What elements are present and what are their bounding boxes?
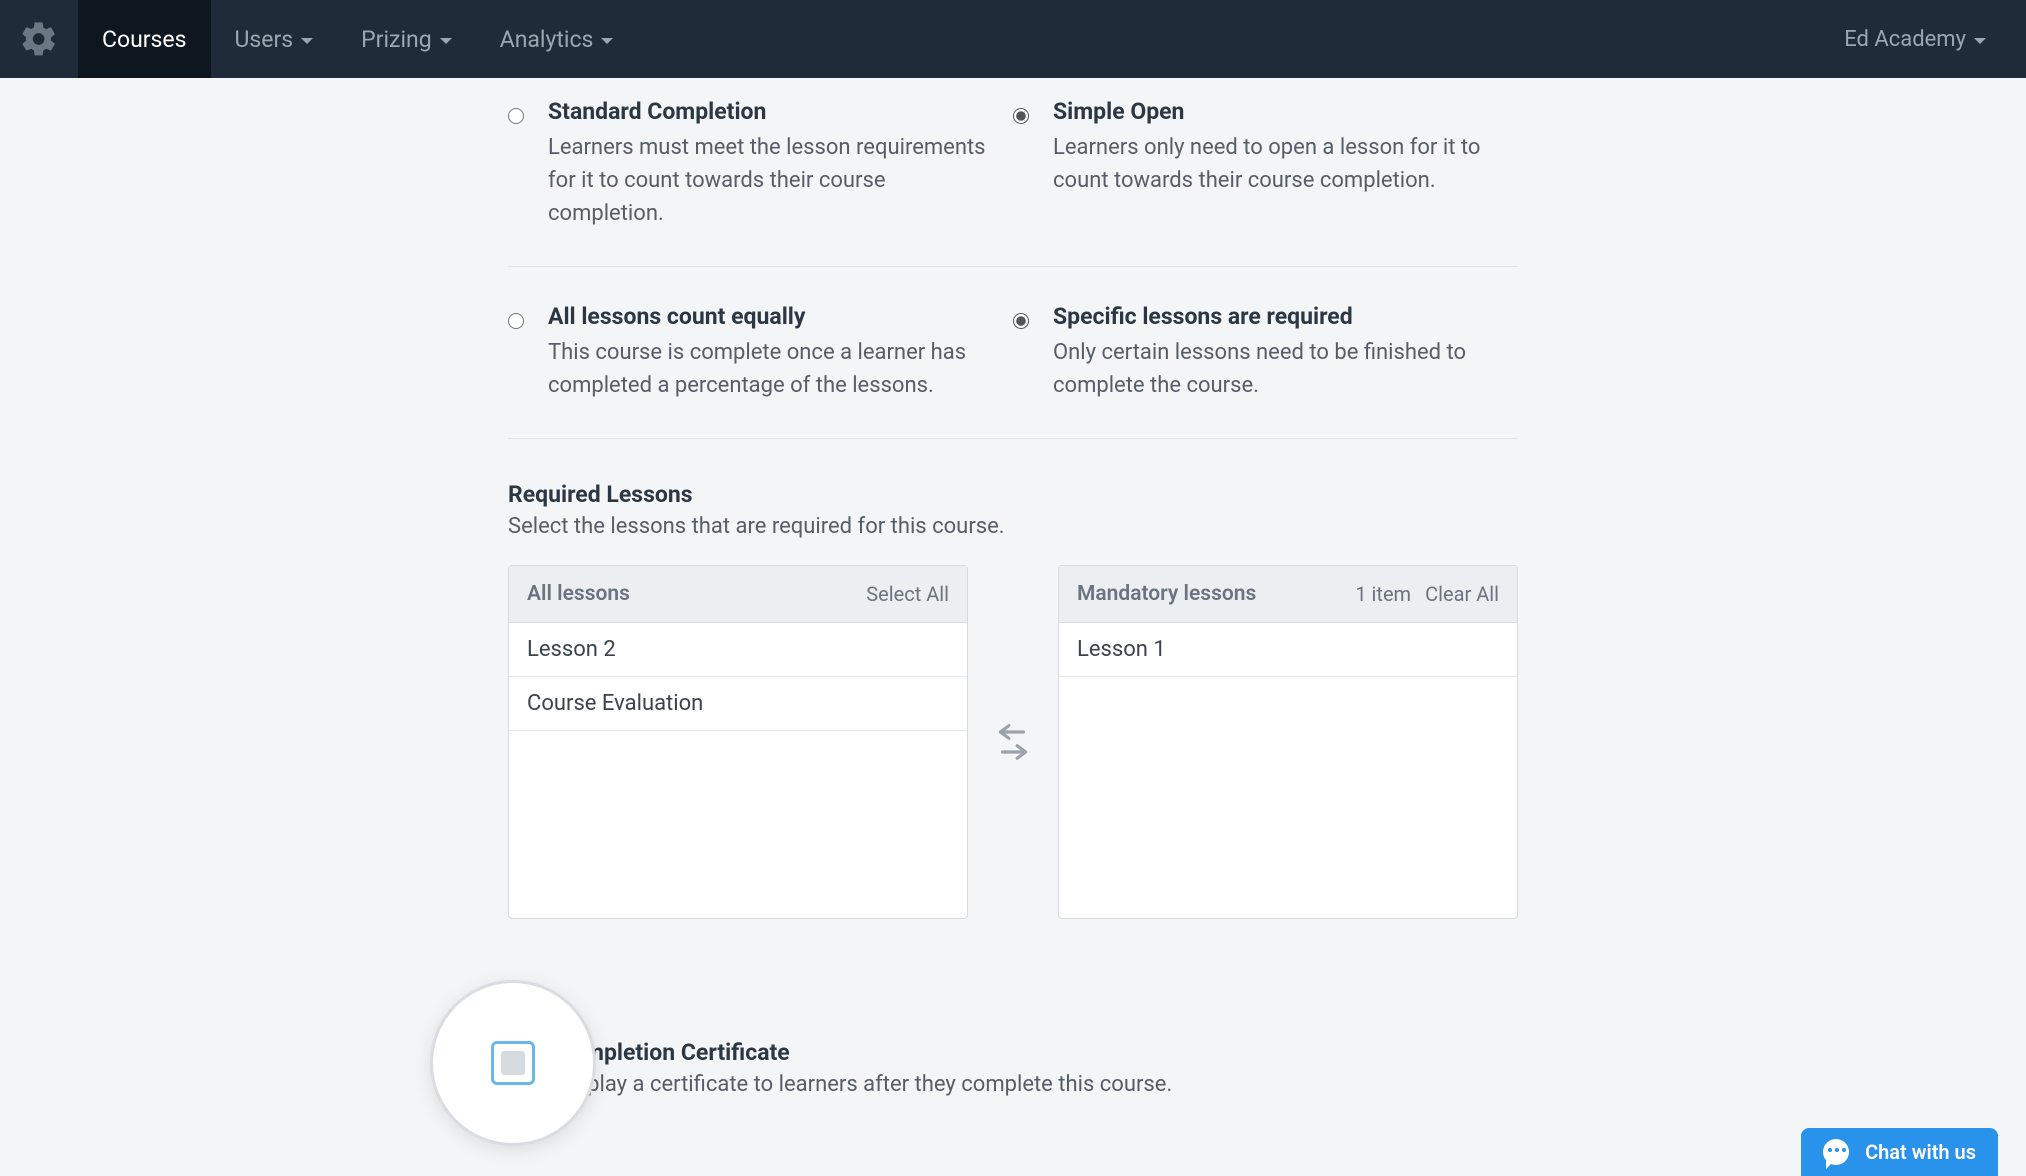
nav-courses[interactable]: Courses — [78, 0, 211, 78]
radio-simple-open[interactable]: Simple Open Learners only need to open a… — [1013, 98, 1518, 230]
select-all-button[interactable]: Select All — [866, 582, 949, 606]
course-settings-panel: Standard Completion Learners must meet t… — [508, 78, 1518, 1097]
transfer-arrows-icon — [992, 718, 1034, 766]
radio-title: Specific lessons are required — [1053, 303, 1494, 330]
chat-bubble-icon — [1823, 1139, 1849, 1165]
completion-mode-row: Standard Completion Learners must meet t… — [508, 88, 1518, 267]
caret-down-icon — [1974, 38, 1986, 44]
checkbox-focus-icon — [491, 1041, 535, 1085]
nav-label: Analytics — [500, 26, 594, 53]
item-count: 1 item — [1355, 582, 1411, 606]
list-item[interactable]: Course Evaluation — [509, 677, 967, 731]
caret-down-icon — [301, 38, 313, 44]
listbox-title: Mandatory lessons — [1077, 582, 1256, 606]
radio-input-standard[interactable] — [508, 108, 524, 124]
radio-all-equal[interactable]: All lessons count equally This course is… — [508, 303, 1013, 402]
mandatory-lessons-listbox: Mandatory lessons 1 item Clear All Lesso… — [1058, 565, 1518, 919]
nav-analytics[interactable]: Analytics — [476, 0, 638, 78]
listbox-title: All lessons — [527, 582, 630, 606]
radio-desc: This course is complete once a learner h… — [548, 336, 989, 402]
section-title: Required Lessons — [508, 481, 1518, 508]
magnified-checkbox-highlight — [430, 980, 596, 1146]
radio-title: All lessons count equally — [548, 303, 989, 330]
required-lessons-header: Required Lessons Select the lessons that… — [508, 481, 1518, 539]
radio-desc: Learners must meet the lesson requiremen… — [548, 131, 989, 230]
radio-title: Simple Open — [1053, 98, 1494, 125]
account-name: Ed Academy — [1844, 27, 1966, 52]
radio-standard-completion[interactable]: Standard Completion Learners must meet t… — [508, 98, 1013, 230]
radio-input-specific[interactable] — [1013, 313, 1029, 329]
account-dropdown[interactable]: Ed Academy — [1844, 27, 1986, 52]
top-nav: Courses Users Prizing Analytics Ed Acade… — [0, 0, 2026, 78]
radio-title: Standard Completion — [548, 98, 989, 125]
caret-down-icon — [601, 38, 613, 44]
list-item[interactable]: Lesson 1 — [1059, 623, 1517, 677]
certificate-title: Completion Certificate — [556, 1039, 1172, 1066]
radio-input-simple[interactable] — [1013, 108, 1029, 124]
nav-prizing[interactable]: Prizing — [337, 0, 476, 78]
nav-label: Users — [235, 26, 294, 53]
radio-desc: Only certain lessons need to be finished… — [1053, 336, 1494, 402]
certificate-desc: Display a certificate to learners after … — [556, 1072, 1172, 1097]
chat-widget[interactable]: Chat with us — [1801, 1128, 1998, 1176]
chat-label: Chat with us — [1865, 1140, 1976, 1164]
brand-gear-icon[interactable] — [0, 19, 78, 59]
lesson-transfer: All lessons Select All Lesson 2 Course E… — [508, 565, 1518, 919]
completion-certificate-row: Completion Certificate Display a certifi… — [508, 1039, 1518, 1097]
all-lessons-listbox: All lessons Select All Lesson 2 Course E… — [508, 565, 968, 919]
nav-label: Courses — [102, 26, 187, 53]
list-item[interactable]: Lesson 2 — [509, 623, 967, 677]
lesson-weight-row: All lessons count equally This course is… — [508, 267, 1518, 439]
clear-all-button[interactable]: Clear All — [1425, 582, 1499, 606]
radio-input-equal[interactable] — [508, 313, 524, 329]
caret-down-icon — [440, 38, 452, 44]
radio-desc: Learners only need to open a lesson for … — [1053, 131, 1494, 197]
section-subtitle: Select the lessons that are required for… — [508, 514, 1518, 539]
gear-icon — [19, 19, 59, 59]
nav-label: Prizing — [361, 26, 432, 53]
nav-users[interactable]: Users — [211, 0, 338, 78]
radio-specific-required[interactable]: Specific lessons are required Only certa… — [1013, 303, 1518, 402]
